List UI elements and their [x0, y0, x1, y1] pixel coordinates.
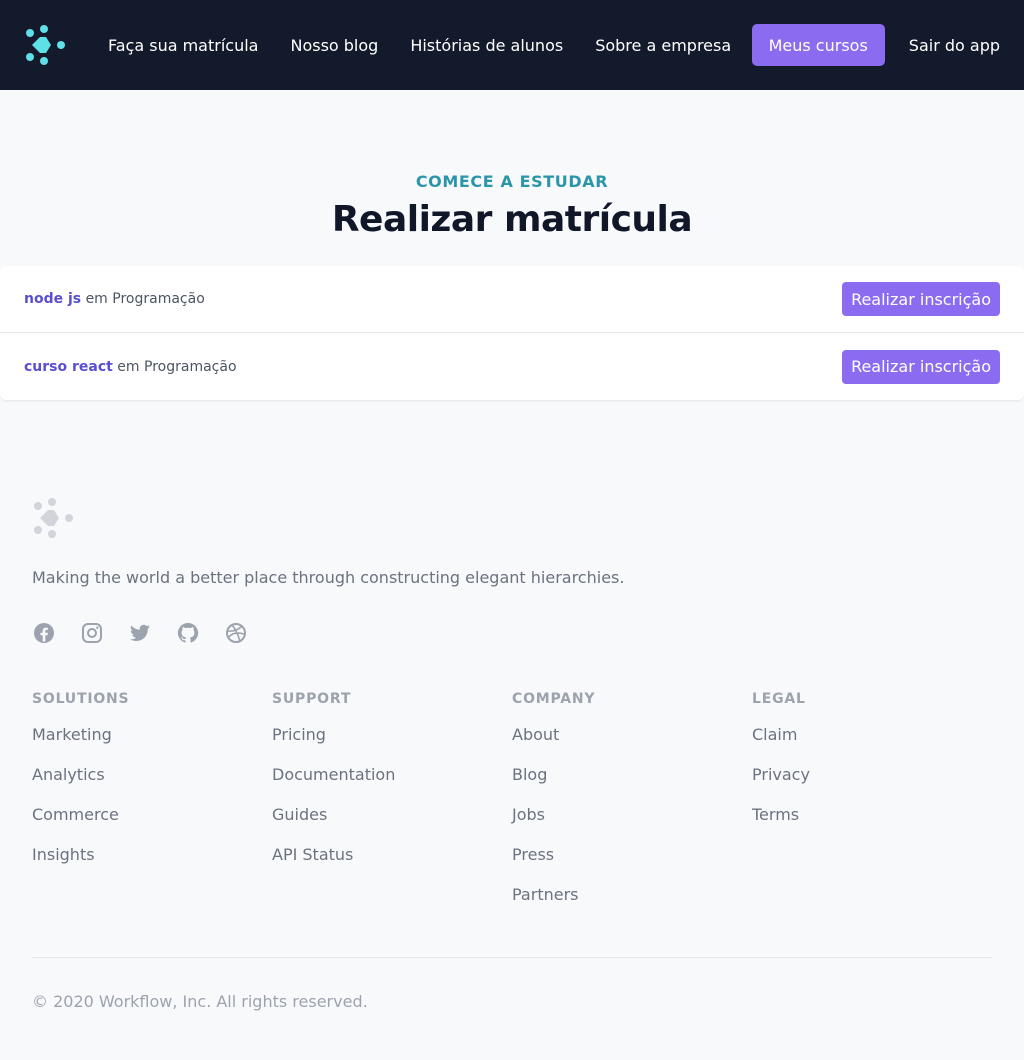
my-courses-button[interactable]: Meus cursos	[751, 24, 885, 66]
course-connector: em	[117, 358, 140, 375]
footer-column-support: Support Pricing Documentation Guides API…	[272, 691, 512, 925]
course-category: Programação	[112, 291, 205, 307]
page-eyebrow: Comece a estudar	[415, 172, 609, 191]
footer-link-jobs[interactable]: Jobs	[512, 805, 545, 824]
footer-link-terms[interactable]: Terms	[752, 805, 799, 824]
footer-link-about[interactable]: About	[512, 725, 559, 744]
top-navbar: Faça sua matrícula Nosso blog Histórias …	[0, 0, 1024, 90]
enroll-button[interactable]: Realizar inscrição	[842, 282, 1000, 316]
footer-column-heading: Legal	[752, 691, 806, 707]
footer-link-press[interactable]: Press	[512, 845, 554, 864]
course-row: curso react em Programação Realizar insc…	[0, 333, 1024, 400]
footer-link-api-status[interactable]: API Status	[272, 845, 353, 864]
enroll-button[interactable]: Realizar inscrição	[842, 349, 1000, 384]
nav-actions: Meus cursos Sair do app	[751, 24, 1000, 66]
footer-column-company: Company About Blog Jobs Press Partners	[512, 691, 752, 925]
footer-divider	[32, 957, 992, 958]
workflow-logo-icon	[34, 498, 73, 538]
footer-link-commerce[interactable]: Commerce	[32, 805, 119, 824]
footer-link-marketing[interactable]: Marketing	[32, 725, 112, 744]
footer-columns: Solutions Marketing Analytics Commerce I…	[32, 691, 992, 925]
footer-link-list: About Blog Jobs Press Partners	[512, 725, 752, 925]
course-list: node js em Programação Realizar inscriçã…	[0, 266, 1024, 400]
footer-link-blog[interactable]: Blog	[512, 765, 547, 784]
footer-column-heading: Solutions	[32, 691, 130, 707]
nav-link-blog[interactable]: Nosso blog	[290, 36, 378, 55]
footer-column-heading: Support	[272, 691, 352, 707]
nav-link-about-company[interactable]: Sobre a empresa	[595, 36, 731, 55]
dribbble-icon[interactable]	[224, 621, 248, 645]
footer-link-list: Pricing Documentation Guides API Status	[272, 725, 512, 885]
footer-link-documentation[interactable]: Documentation	[272, 765, 395, 784]
logout-link[interactable]: Sair do app	[909, 36, 1000, 55]
course-row: node js em Programação Realizar inscriçã…	[0, 266, 1024, 333]
course-category: Programação	[144, 358, 237, 375]
footer-link-analytics[interactable]: Analytics	[32, 765, 105, 784]
course-name: curso react	[24, 358, 113, 375]
main-nav: Faça sua matrícula Nosso blog Histórias …	[108, 36, 763, 55]
footer-link-pricing[interactable]: Pricing	[272, 725, 326, 744]
footer-link-list: Marketing Analytics Commerce Insights	[32, 725, 272, 885]
twitter-icon[interactable]	[128, 621, 152, 645]
github-icon[interactable]	[176, 621, 200, 645]
page-header: Comece a estudar Realizar matrícula	[0, 90, 1024, 240]
footer-link-insights[interactable]: Insights	[32, 845, 95, 864]
workflow-logo-icon[interactable]	[24, 23, 68, 67]
footer-column-legal: Legal Claim Privacy Terms	[752, 691, 992, 925]
page-title: Realizar matrícula	[331, 199, 693, 240]
instagram-icon[interactable]	[80, 621, 104, 645]
footer-link-claim[interactable]: Claim	[752, 725, 797, 744]
nav-link-enroll[interactable]: Faça sua matrícula	[108, 36, 258, 55]
copyright-text: © 2020 Workflow, Inc. All rights reserve…	[32, 992, 368, 1011]
footer-link-partners[interactable]: Partners	[512, 885, 578, 904]
social-links	[32, 621, 992, 645]
footer-link-guides[interactable]: Guides	[272, 805, 327, 824]
course-name: node js	[24, 291, 82, 307]
course-info: curso react em Programação	[24, 359, 237, 375]
site-footer: Making the world a better place through …	[0, 400, 1024, 1011]
footer-column-heading: Company	[512, 691, 596, 707]
footer-column-solutions: Solutions Marketing Analytics Commerce I…	[32, 691, 272, 925]
course-connector: em	[85, 291, 108, 307]
course-info: node js em Programação	[24, 291, 205, 307]
nav-link-student-stories[interactable]: Histórias de alunos	[410, 36, 563, 55]
footer-link-list: Claim Privacy Terms	[752, 725, 992, 845]
footer-link-privacy[interactable]: Privacy	[752, 765, 810, 784]
footer-tagline: Making the world a better place through …	[32, 568, 625, 587]
facebook-icon[interactable]	[32, 621, 56, 645]
